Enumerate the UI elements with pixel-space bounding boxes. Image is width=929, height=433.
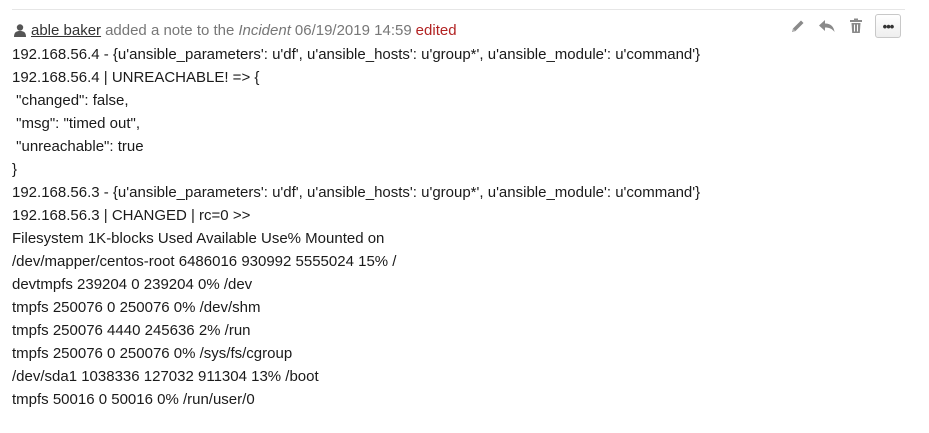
note-line: 192.168.56.3 - {u'ansible_parameters': u… bbox=[12, 184, 701, 201]
note-line: Filesystem 1K-blocks Used Available Use%… bbox=[12, 230, 385, 247]
note-line: } bbox=[12, 161, 18, 178]
note-line: 192.168.56.3 | CHANGED | rc=0 >> bbox=[12, 207, 251, 224]
note-line: tmpfs 250076 0 250076 0% /sys/fs/cgroup bbox=[12, 345, 293, 362]
note-line: 192.168.56.4 - {u'ansible_parameters': u… bbox=[12, 46, 701, 63]
action-text: added a note to the bbox=[105, 21, 235, 39]
note-line: /dev/sda1 1038336 127032 911304 13% /boo… bbox=[12, 368, 319, 385]
pencil-icon[interactable] bbox=[788, 16, 808, 36]
edited-label: edited bbox=[415, 21, 457, 39]
note-line: "changed": false, bbox=[12, 92, 129, 109]
note-line: 192.168.56.4 | UNREACHABLE! => { bbox=[12, 69, 260, 86]
author-link[interactable]: able baker bbox=[31, 22, 101, 39]
incident-note: able baker added a note to the Incident … bbox=[0, 0, 929, 433]
note-line: devtmpfs 239204 0 239204 0% /dev bbox=[12, 276, 253, 293]
more-options-button[interactable]: ••• bbox=[875, 14, 901, 38]
note-line: "unreachable": true bbox=[12, 138, 144, 155]
note-body: 192.168.56.4 - {u'ansible_parameters': u… bbox=[12, 43, 700, 411]
note-line: tmpfs 250076 0 250076 0% /dev/shm bbox=[12, 299, 261, 316]
timestamp: 06/19/2019 14:59 bbox=[294, 21, 412, 39]
note-line: tmpfs 50016 0 50016 0% /run/user/0 bbox=[12, 391, 255, 408]
incident-target: Incident bbox=[238, 21, 291, 39]
note-line: /dev/mapper/centos-root 6486016 930992 5… bbox=[12, 253, 397, 270]
note-header: able baker added a note to the Incident … bbox=[14, 20, 457, 40]
user-icon bbox=[14, 23, 28, 37]
note-line: "msg": "timed out", bbox=[12, 115, 141, 132]
reply-icon[interactable] bbox=[817, 16, 837, 36]
divider bbox=[12, 9, 905, 10]
trash-icon[interactable] bbox=[846, 16, 866, 36]
note-actions: ••• bbox=[779, 14, 901, 38]
note-line: tmpfs 250076 4440 245636 2% /run bbox=[12, 322, 251, 339]
